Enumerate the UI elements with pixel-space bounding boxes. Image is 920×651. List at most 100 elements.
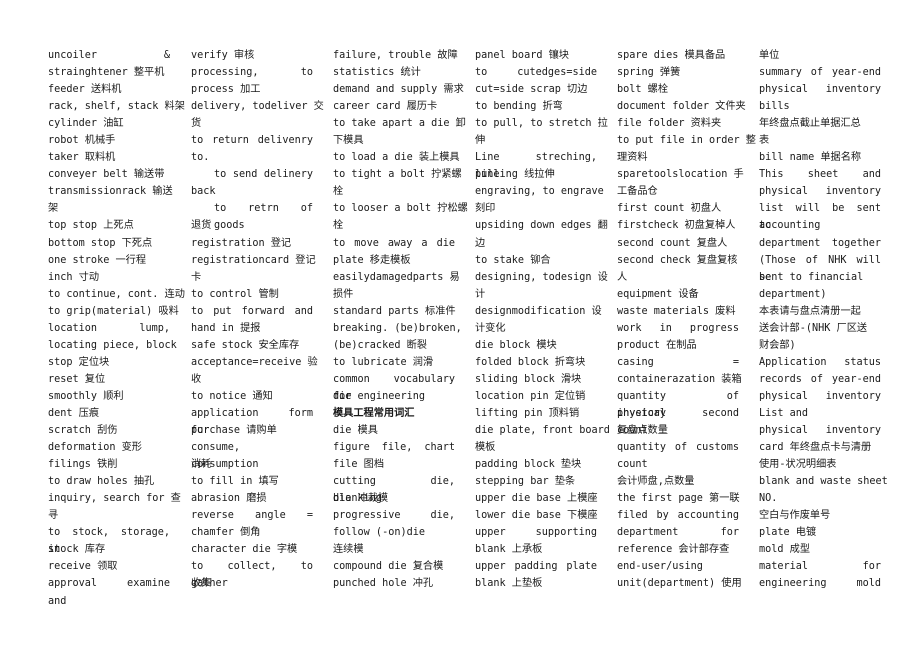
vocab-line: top stop 上死点 — [48, 220, 134, 232]
vocab-line: unit(department) 使用 — [617, 578, 742, 590]
vocab-line: department) — [759, 288, 827, 300]
vocab-line: stock 库存 — [48, 544, 106, 556]
vocab-line: location pin 定位销 — [475, 390, 586, 402]
vocab-line: to pull, to stretch 拉 — [475, 118, 608, 130]
vocab-line: List and — [759, 407, 809, 419]
vocab-line: sliding block 滑块 — [475, 373, 582, 385]
vocab-line: punched hole 冲孔 — [333, 578, 434, 590]
vocab-line: chamfer 倒角 — [191, 527, 261, 539]
vocab-line: first count 初盘人 — [617, 203, 722, 215]
vocab-line: file folder 资料夹 — [617, 118, 722, 130]
vocab-line: bottom stop 下死点 — [48, 237, 153, 249]
vocab-line: physical inventory — [759, 84, 881, 96]
vocab-line: Application status — [759, 356, 881, 368]
vocab-line: strainghtener 整平机 — [48, 67, 165, 79]
vocab-line: to collect, to gather — [191, 561, 313, 590]
vocab-line: to retrn of goods — [214, 203, 313, 232]
vocab-line: list will be sent to — [759, 203, 881, 232]
vocab-line: upsiding down edges 翻 — [475, 220, 608, 232]
vocab-line: records of year-end — [759, 373, 881, 385]
vocab-line: 会计师盘,点数量 — [617, 476, 695, 488]
vocab-line: registrationcard 登记 — [191, 254, 316, 266]
vocab-line: to lubricate 润滑 — [333, 356, 434, 368]
vocab-line: die block 模块 — [475, 339, 557, 351]
vocab-line: count — [617, 459, 648, 471]
vocab-line: Line streching, line — [475, 152, 597, 181]
vocab-line: quantity of physical — [617, 390, 739, 419]
vocab-line: die plate, front board — [475, 425, 610, 437]
vocab-column-3: failure, trouble 故障 statistics 统计 demand a… — [333, 47, 468, 593]
vocab-line: location lump, — [48, 322, 170, 334]
vocab-column-2: verify 审核 processing, to process 加工 deliver… — [191, 47, 324, 593]
vocab-line: to put file in order 整 — [617, 135, 756, 147]
vocab-line: delivery, todeliver 交 — [191, 101, 324, 113]
vocab-line: back — [191, 186, 216, 198]
vocab-line: file 图档 — [333, 459, 385, 471]
vocab-line: cylinder 油缸 — [48, 118, 124, 130]
vocab-line: physical inventory — [759, 186, 881, 198]
vocab-line: career card 履历卡 — [333, 101, 438, 113]
vocab-line: reverse angle = — [191, 510, 313, 522]
vocab-line: taker 取料机 — [48, 152, 116, 164]
vocab-line: the first page 第一联 — [617, 493, 740, 505]
vocab-line: 连续模 — [333, 544, 364, 556]
vocab-line: 伸 — [475, 135, 486, 147]
vocab-line: padding block 垫块 — [475, 459, 582, 471]
vocab-line: 退货 — [191, 220, 212, 232]
vocab-line: registration 登记 — [191, 237, 292, 249]
vocab-line: plate 电镀 — [759, 527, 817, 539]
vocab-line: to take apart a die 卸 — [333, 118, 466, 130]
vocab-line: standard parts 标准件 — [333, 305, 456, 317]
vocab-line: 年终盘点截止单据汇总 — [759, 118, 861, 130]
vocab-line: consume, consumption — [191, 442, 259, 471]
vocab-line: pulling 线拉伸 — [475, 169, 555, 181]
vocab-line: plate 移走模板 — [333, 254, 411, 266]
vocab-line: to draw holes 抽孔 — [48, 476, 155, 488]
vocab-line: to bending 折弯 — [475, 101, 563, 113]
vocab-line: spring 弹簧 — [617, 67, 681, 79]
vocab-line: figure file, chart — [333, 442, 455, 454]
vocab-line: 复盘点数量 — [617, 425, 668, 437]
section-heading: 模具工程常用词汇 — [333, 407, 415, 419]
vocab-line: to control 管制 — [191, 288, 279, 300]
vocab-line: to continue, cont. 连动 — [48, 288, 185, 300]
vocab-line: inch 寸动 — [48, 271, 100, 283]
vocab-line: 刻印 — [475, 203, 496, 215]
vocab-line: department together — [759, 237, 881, 249]
vocab-line: feeder 送料机 — [48, 84, 122, 96]
vocab-line: physical inventory — [759, 425, 881, 437]
vocab-line: 单位 — [759, 50, 780, 61]
vocab-line: casing = — [617, 356, 739, 368]
vocab-line: 理资料 — [617, 152, 648, 164]
vocab-line: blank and waste sheet — [759, 476, 888, 488]
vocab-line: 计 — [475, 288, 486, 300]
vocab-line: to tight a bolt 拧紧螺 — [333, 169, 462, 181]
vocab-line: quantity of customs — [617, 442, 739, 454]
vocab-line: 栓 — [333, 220, 344, 232]
vocab-line: smoothly 顺利 — [48, 390, 124, 402]
vocab-line: panel board 镶块 — [475, 50, 569, 61]
vocab-line: die 模具 — [333, 425, 378, 437]
vocab-line: end-user/using — [617, 561, 703, 573]
vocab-line: application form for — [191, 407, 313, 437]
vocab-line: locating piece, block — [48, 339, 177, 351]
vocab-line: receive 领取 — [48, 561, 118, 573]
vocab-line: statistics 统计 — [333, 67, 421, 79]
vocab-line: upper padding plate — [475, 561, 597, 573]
vocab-line: bill name 单据名称 — [759, 152, 862, 164]
vocab-line: to move away a die — [333, 237, 455, 249]
vocab-line: character die 字模 — [191, 544, 298, 556]
vocab-line: common vocabulary for — [333, 373, 455, 402]
vocab-line: dent 压痕 — [48, 407, 100, 419]
vocab-line: purchase 请购单 — [191, 425, 277, 437]
vocab-line: upper supporting — [475, 527, 597, 539]
vocab-line: approval examine and — [48, 578, 170, 607]
vocab-line: NO. — [759, 493, 778, 505]
vocab-line: folded block 折弯块 — [475, 356, 586, 368]
vocab-line: summary of year-end — [759, 67, 881, 79]
vocab-line: 表 — [759, 135, 770, 147]
vocab-line: filings 铁削 — [48, 459, 118, 471]
vocab-line: document folder 文件夹 — [617, 101, 746, 113]
vocab-line: follow (-on)die — [333, 527, 426, 539]
vocab-line: die engineering — [333, 390, 426, 402]
